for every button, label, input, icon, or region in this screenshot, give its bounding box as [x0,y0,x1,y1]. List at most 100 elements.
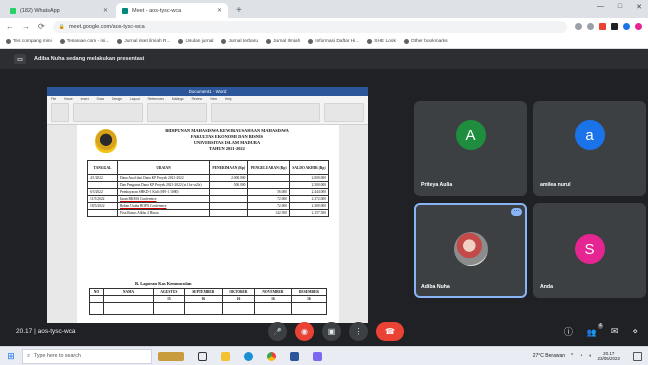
back-icon[interactable]: ← [6,22,14,31]
news-widget-icon[interactable] [158,351,184,361]
participant-tile-self[interactable]: S Anda [533,203,646,298]
column-header: URAIAN [117,160,210,175]
present-button[interactable]: ▣ [322,322,341,341]
network-icon[interactable]: ◔ [579,353,582,359]
extension-icon[interactable] [623,23,630,30]
ribbon-tab: Insert [80,96,89,101]
column-header: NOVEMBER [254,288,292,296]
participant-photo-avatar [453,232,488,266]
minimize-button[interactable]: — [597,3,604,11]
clock-date: 23/05/2022 [597,356,620,361]
cell-saldo: 2.372.000 [288,195,330,203]
cell-in [208,202,249,210]
bookmark-icon [6,39,11,44]
document-header: BIDIPUNAN MAHASISWA KEWIRAUSAHAAN MAHASI… [127,128,327,152]
extension-icon[interactable] [599,23,606,30]
activities-icon[interactable]: ⋄ [632,326,638,337]
tray-overflow-icon[interactable]: ^ [571,353,573,359]
section-title: B. Laporan Kas Kemunculan [135,281,192,286]
bookmark-item[interactable]: Jurnal Ilmiah [266,39,300,44]
camera-button[interactable]: ◉ [295,322,314,341]
bookmark-item[interactable]: Tes compang mini [6,39,52,44]
bookmark-item[interactable]: Informasi Daftar Hi... [308,39,359,44]
cell-out: 142.500 [247,209,290,217]
meet-favicon-icon [122,7,128,14]
bookmark-item[interactable]: Usulan jurnal [178,39,213,44]
clipboard-group [51,103,69,122]
start-button[interactable]: ⊞ [0,351,22,362]
extension-icon[interactable] [575,23,582,30]
column-header: NO [89,288,104,296]
chat-icon[interactable]: ✉ [611,326,619,337]
notification-icon[interactable] [633,351,642,361]
participant-tile[interactable]: A Priteya Aulia [414,101,527,196]
extension-icon[interactable] [587,23,594,30]
new-tab-button[interactable]: + [230,3,248,18]
bookmark-item[interactable]: SHE Look [367,39,396,44]
bookmark-label: Jurnal Ilmiah [273,39,301,44]
maximize-button[interactable]: □ [618,3,622,11]
bookmark-label: Usulan jurnal [185,39,214,44]
cell [103,302,154,315]
whatsapp-favicon-icon [10,7,16,14]
more-vert-icon: ⋮ [354,327,363,336]
participant-name: Anda [540,284,553,290]
mic-button[interactable]: 🎤 [268,322,287,341]
cell-desc: Iuran BKMA Conference [117,195,210,203]
table-header-row: NO NAMA AGUSTUS SEPTEMBER OKTOBER NOVEMB… [89,288,328,296]
close-window-button[interactable]: ✕ [636,3,642,11]
cell [183,302,223,315]
table-row: Dan Pengurus Dana KP Proyek 2021-2022 (s… [87,181,330,189]
window-controls: — □ ✕ [597,3,642,11]
bookmark-item[interactable]: Jurnal riset ilmiah R... [117,39,170,44]
extension-icon[interactable] [611,23,618,30]
cell-date: 18/5/2022 [87,202,118,210]
column-header: DESEMBER [290,288,328,296]
taskbar-search[interactable]: ⌕ Type here to search [22,348,152,364]
meeting-info: 20.17 | aos-tysc-wca [16,328,76,335]
paragraph-group [146,103,207,122]
participant-avatar: A [455,120,486,150]
reload-icon[interactable]: ⟳ [38,22,45,31]
bookmark-label: Tes compang mini [13,39,52,44]
bookmark-item[interactable]: Other bookmarks [403,39,448,44]
profile-avatar-icon[interactable] [635,23,642,30]
volume-icon[interactable]: ◖ [588,353,591,359]
column-header: OKTOBER [221,288,256,296]
info-icon[interactable]: ⓘ [564,325,573,338]
cell-desc: Beban Usaha BOPA Conference [117,202,210,210]
column-header: SALDO AKHIR (Rp) [288,160,330,175]
close-tab-icon[interactable]: ✕ [103,7,108,14]
university-logo-icon [95,129,117,153]
chrome-icon[interactable] [267,351,276,361]
word-title-bar: Document1 - Word [47,87,368,96]
app-icon[interactable] [313,351,322,361]
tile-menu-icon[interactable]: … [511,207,522,216]
edge-icon[interactable] [244,351,253,361]
word-ribbon [47,101,368,125]
presenting-text: Adiba Nuha sedang melakukan presentasi [34,56,145,62]
file-explorer-icon[interactable] [221,351,230,361]
tab-meet[interactable]: Meet - aos-tysc-wca ✕ [116,3,228,18]
cell: 16 [221,295,256,303]
bookmark-item[interactable]: Jurnal terbaru [221,39,258,44]
camera-off-icon: ◉ [301,327,308,336]
forward-icon[interactable]: → [22,22,30,31]
bookmark-item[interactable]: Tesaniae.com - ini... [59,39,109,44]
participant-tile[interactable]: a amilea nurul [533,101,646,196]
clock[interactable]: 20.17 23/05/2022 [597,351,620,362]
weather-text[interactable]: 27°C Berawan [533,353,565,359]
column-header: NAMA [103,288,154,296]
bookmark-icon [266,39,272,44]
address-bar[interactable]: 🔒 meet.google.com/aos-tysc-wca [52,20,567,33]
bookmark-label: Informasi Daftar Hi... [315,39,360,44]
tab-whatsapp[interactable]: (182) WhatsApp ✕ [4,3,114,18]
more-options-button[interactable]: ⋮ [349,322,368,341]
close-tab-icon[interactable]: ✕ [217,7,222,14]
participant-tile-presenter[interactable]: … Adiba Nuha [414,203,527,298]
end-call-button[interactable]: ☎ [376,322,404,341]
word-icon[interactable] [290,351,299,361]
people-button[interactable]: 👥 4 [587,322,603,337]
cell-date: 11/5/2022 [87,195,118,203]
task-view-icon[interactable] [198,351,207,361]
